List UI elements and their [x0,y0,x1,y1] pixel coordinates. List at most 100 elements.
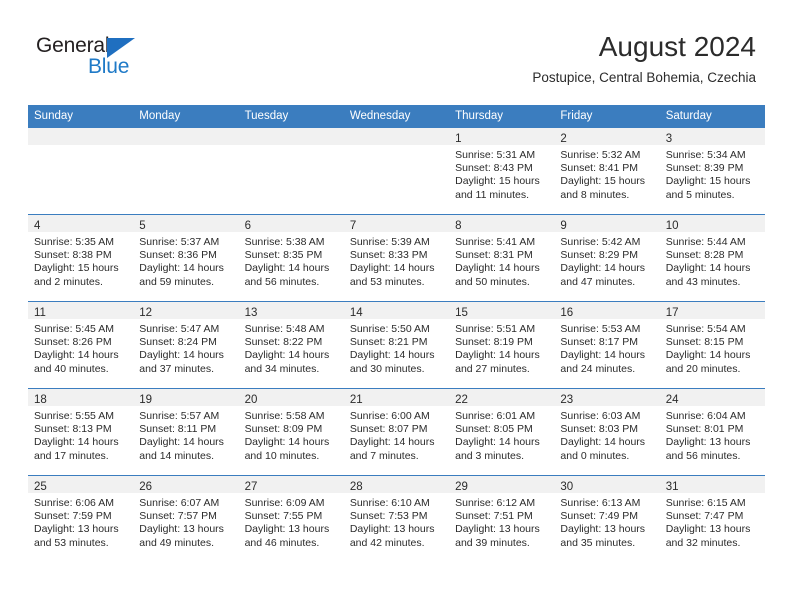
day-cell-inner: 9 Sunrise: 5:42 AM Sunset: 8:29 PM Daylight… [554,215,660,301]
calendar-day-cell[interactable]: 25 Sunrise: 6:06 AM Sunset: 7:59 PM Dayligh… [28,475,134,562]
daylight-text-line1: Daylight: 14 hours [455,262,540,275]
calendar-day-cell[interactable]: 8 Sunrise: 5:41 AM Sunset: 8:31 PM Daylight… [449,214,555,302]
calendar-day-cell[interactable]: 18 Sunrise: 5:55 AM Sunset: 8:13 PM Dayligh… [28,388,134,476]
calendar-day-cell[interactable]: 3 Sunrise: 5:34 AM Sunset: 8:39 PM Daylight… [659,128,765,215]
day-cell-details: Sunrise: 5:47 AM Sunset: 8:24 PM Daylight:… [133,319,238,376]
daylight-text-line1: Daylight: 14 hours [139,349,224,362]
day-cell-details: Sunrise: 5:51 AM Sunset: 8:19 PM Daylight:… [449,319,554,376]
daylight-text-line1: Daylight: 14 hours [34,349,119,362]
daylight-text-line2: and 30 minutes. [349,362,425,375]
calendar-day-cell[interactable]: 17 Sunrise: 5:54 AM Sunset: 8:15 PM Dayligh… [659,301,765,389]
calendar-day-cell[interactable]: 31 Sunrise: 6:15 AM Sunset: 7:47 PM Dayligh… [659,475,765,562]
sunset-text: Sunset: 8:11 PM [139,423,217,436]
calendar-day-cell[interactable]: 9 Sunrise: 5:42 AM Sunset: 8:29 PM Daylight… [554,214,660,302]
calendar-day-cell[interactable]: 28 Sunrise: 6:10 AM Sunset: 7:53 PM Dayligh… [343,475,450,562]
day-cell-details: Sunrise: 5:45 AM Sunset: 8:26 PM Daylight:… [28,319,133,376]
calendar-day-cell[interactable]: 7 Sunrise: 5:39 AM Sunset: 8:33 PM Daylight… [343,214,450,302]
weekday-header-tuesday: Tuesday [238,105,344,128]
calendar-body: 1 Sunrise: 5:31 AM Sunset: 8:43 PM Daylight… [28,128,765,562]
sunrise-text: Sunrise: 6:04 AM [665,410,746,422]
sunset-text: Sunset: 8:09 PM [244,423,323,436]
daylight-text-line1: Daylight: 14 hours [560,262,646,275]
day-number: 26 [139,481,153,493]
day-number-band: 30 [554,476,660,493]
day-cell-inner: 6 Sunrise: 5:38 AM Sunset: 8:35 PM Daylight… [238,215,344,301]
calendar-day-cell[interactable]: 12 Sunrise: 5:47 AM Sunset: 8:24 PM Dayligh… [133,301,239,389]
day-cell-details: Sunrise: 6:03 AM Sunset: 8:03 PM Daylight:… [554,406,659,463]
day-cell-inner: 1 Sunrise: 5:31 AM Sunset: 8:43 PM Daylight… [449,128,555,214]
calendar-day-cell[interactable]: 30 Sunrise: 6:13 AM Sunset: 7:49 PM Dayligh… [554,475,660,562]
sunset-text: Sunset: 8:05 PM [455,423,533,436]
day-number-band: 28 [343,476,450,493]
day-number: 18 [34,394,47,406]
calendar-day-cell[interactable]: 11 Sunrise: 5:45 AM Sunset: 8:26 PM Dayligh… [28,301,134,389]
calendar-page: General Blue August 2024 Postupice, Cent… [0,0,792,612]
day-cell-details: Sunrise: 6:06 AM Sunset: 7:59 PM Daylight:… [28,493,133,550]
day-number-band: 7 [343,215,450,232]
day-number-band: 3 [659,128,765,145]
calendar-day-cell[interactable]: 23 Sunrise: 6:03 AM Sunset: 8:03 PM Dayligh… [554,388,660,476]
day-number-band: 5 [133,215,239,232]
day-cell-details: Sunrise: 5:58 AM Sunset: 8:09 PM Daylight:… [239,406,344,463]
sunrise-text: Sunrise: 5:47 AM [139,323,220,335]
day-cell-inner: 15 Sunrise: 5:51 AM Sunset: 8:19 PM Dayligh… [449,302,555,388]
day-cell-details: Sunrise: 6:10 AM Sunset: 7:53 PM Daylight:… [344,493,449,550]
day-number-band: 19 [133,389,239,406]
calendar-day-cell[interactable]: 4 Sunrise: 5:35 AM Sunset: 8:38 PM Daylight… [28,214,134,302]
calendar-day-cell[interactable]: 29 Sunrise: 6:12 AM Sunset: 7:51 PM Dayligh… [449,475,555,562]
daylight-text-line2: and 3 minutes. [455,449,525,462]
sunset-text: Sunset: 8:36 PM [139,249,217,262]
day-cell-details [344,145,449,149]
calendar-day-cell[interactable]: 13 Sunrise: 5:48 AM Sunset: 8:22 PM Dayligh… [238,301,344,389]
calendar-day-cell[interactable]: 19 Sunrise: 5:57 AM Sunset: 8:11 PM Dayligh… [133,388,239,476]
day-cell-inner: 10 Sunrise: 5:44 AM Sunset: 8:28 PM Dayligh… [659,215,765,301]
calendar-day-cell[interactable]: 10 Sunrise: 5:44 AM Sunset: 8:28 PM Dayligh… [659,214,765,302]
calendar-day-cell[interactable]: 20 Sunrise: 5:58 AM Sunset: 8:09 PM Dayligh… [238,388,344,476]
general-blue-logo[interactable]: General Blue [36,34,216,82]
day-cell-inner: 11 Sunrise: 5:45 AM Sunset: 8:26 PM Dayligh… [28,302,134,388]
sunset-text: Sunset: 8:17 PM [560,336,639,349]
day-cell-inner: 17 Sunrise: 5:54 AM Sunset: 8:15 PM Dayligh… [659,302,765,388]
calendar-day-cell[interactable]: 1 Sunrise: 5:31 AM Sunset: 8:43 PM Daylight… [449,128,555,215]
daylight-text-line2: and 40 minutes. [34,362,109,375]
day-number: 5 [139,220,146,232]
calendar-day-cell[interactable]: 15 Sunrise: 5:51 AM Sunset: 8:19 PM Dayligh… [449,301,555,389]
sunset-text: Sunset: 7:49 PM [560,510,639,523]
calendar-day-cell[interactable]: 22 Sunrise: 6:01 AM Sunset: 8:05 PM Dayligh… [449,388,555,476]
calendar-day-cell[interactable]: 27 Sunrise: 6:09 AM Sunset: 7:55 PM Dayligh… [238,475,344,562]
day-number: 31 [665,481,679,493]
calendar-day-cell[interactable]: 6 Sunrise: 5:38 AM Sunset: 8:35 PM Daylight… [238,214,344,302]
day-number: 11 [34,307,46,319]
day-number: 4 [34,220,41,232]
day-cell-details: Sunrise: 5:32 AM Sunset: 8:41 PM Daylight:… [554,145,659,202]
sunrise-text: Sunrise: 6:15 AM [665,497,746,509]
daylight-text-line1: Daylight: 15 hours [34,262,119,275]
day-cell-details [28,145,133,149]
page-header: General Blue August 2024 Postupice, Cent… [0,0,792,100]
calendar-day-cell[interactable]: 2 Sunrise: 5:32 AM Sunset: 8:41 PM Daylight… [554,128,660,215]
calendar-day-cell[interactable]: 14 Sunrise: 5:50 AM Sunset: 8:21 PM Dayligh… [343,301,450,389]
day-number-band: 10 [659,215,765,232]
calendar-day-cell[interactable]: 5 Sunrise: 5:37 AM Sunset: 8:36 PM Daylight… [133,214,239,302]
calendar-day-cell[interactable]: 24 Sunrise: 6:04 AM Sunset: 8:01 PM Dayligh… [659,388,765,476]
calendar-day-cell[interactable]: 21 Sunrise: 6:00 AM Sunset: 8:07 PM Dayligh… [343,388,450,476]
day-number: 9 [560,220,567,232]
calendar-day-cell[interactable]: 16 Sunrise: 5:53 AM Sunset: 8:17 PM Dayligh… [554,301,660,389]
day-number-band: 23 [554,389,660,406]
calendar-week-row: 18 Sunrise: 5:55 AM Sunset: 8:13 PM Dayligh… [28,388,765,476]
daylight-text-line2: and 59 minutes. [139,275,214,288]
daylight-text-line1: Daylight: 15 hours [455,175,540,188]
day-number-band: 12 [133,302,239,319]
sunrise-text: Sunrise: 6:10 AM [349,497,430,509]
calendar-day-cell[interactable]: 26 Sunrise: 6:07 AM Sunset: 7:57 PM Dayligh… [133,475,239,562]
page-subtitle: Postupice, Central Bohemia, Czechia [532,70,756,85]
calendar-header-row: Sunday Monday Tuesday Wednesday Thursday… [28,105,765,128]
day-cell-details: Sunrise: 5:50 AM Sunset: 8:21 PM Daylight:… [344,319,449,376]
daylight-text-line2: and 53 minutes. [34,536,109,549]
day-number: 8 [455,220,462,232]
daylight-text-line1: Daylight: 13 hours [560,523,646,536]
sunrise-text: Sunrise: 5:37 AM [139,236,220,248]
sunset-text: Sunset: 8:26 PM [34,336,112,349]
calendar-week-row: 25 Sunrise: 6:06 AM Sunset: 7:59 PM Dayligh… [28,475,765,562]
daylight-text-line1: Daylight: 14 hours [349,436,435,449]
